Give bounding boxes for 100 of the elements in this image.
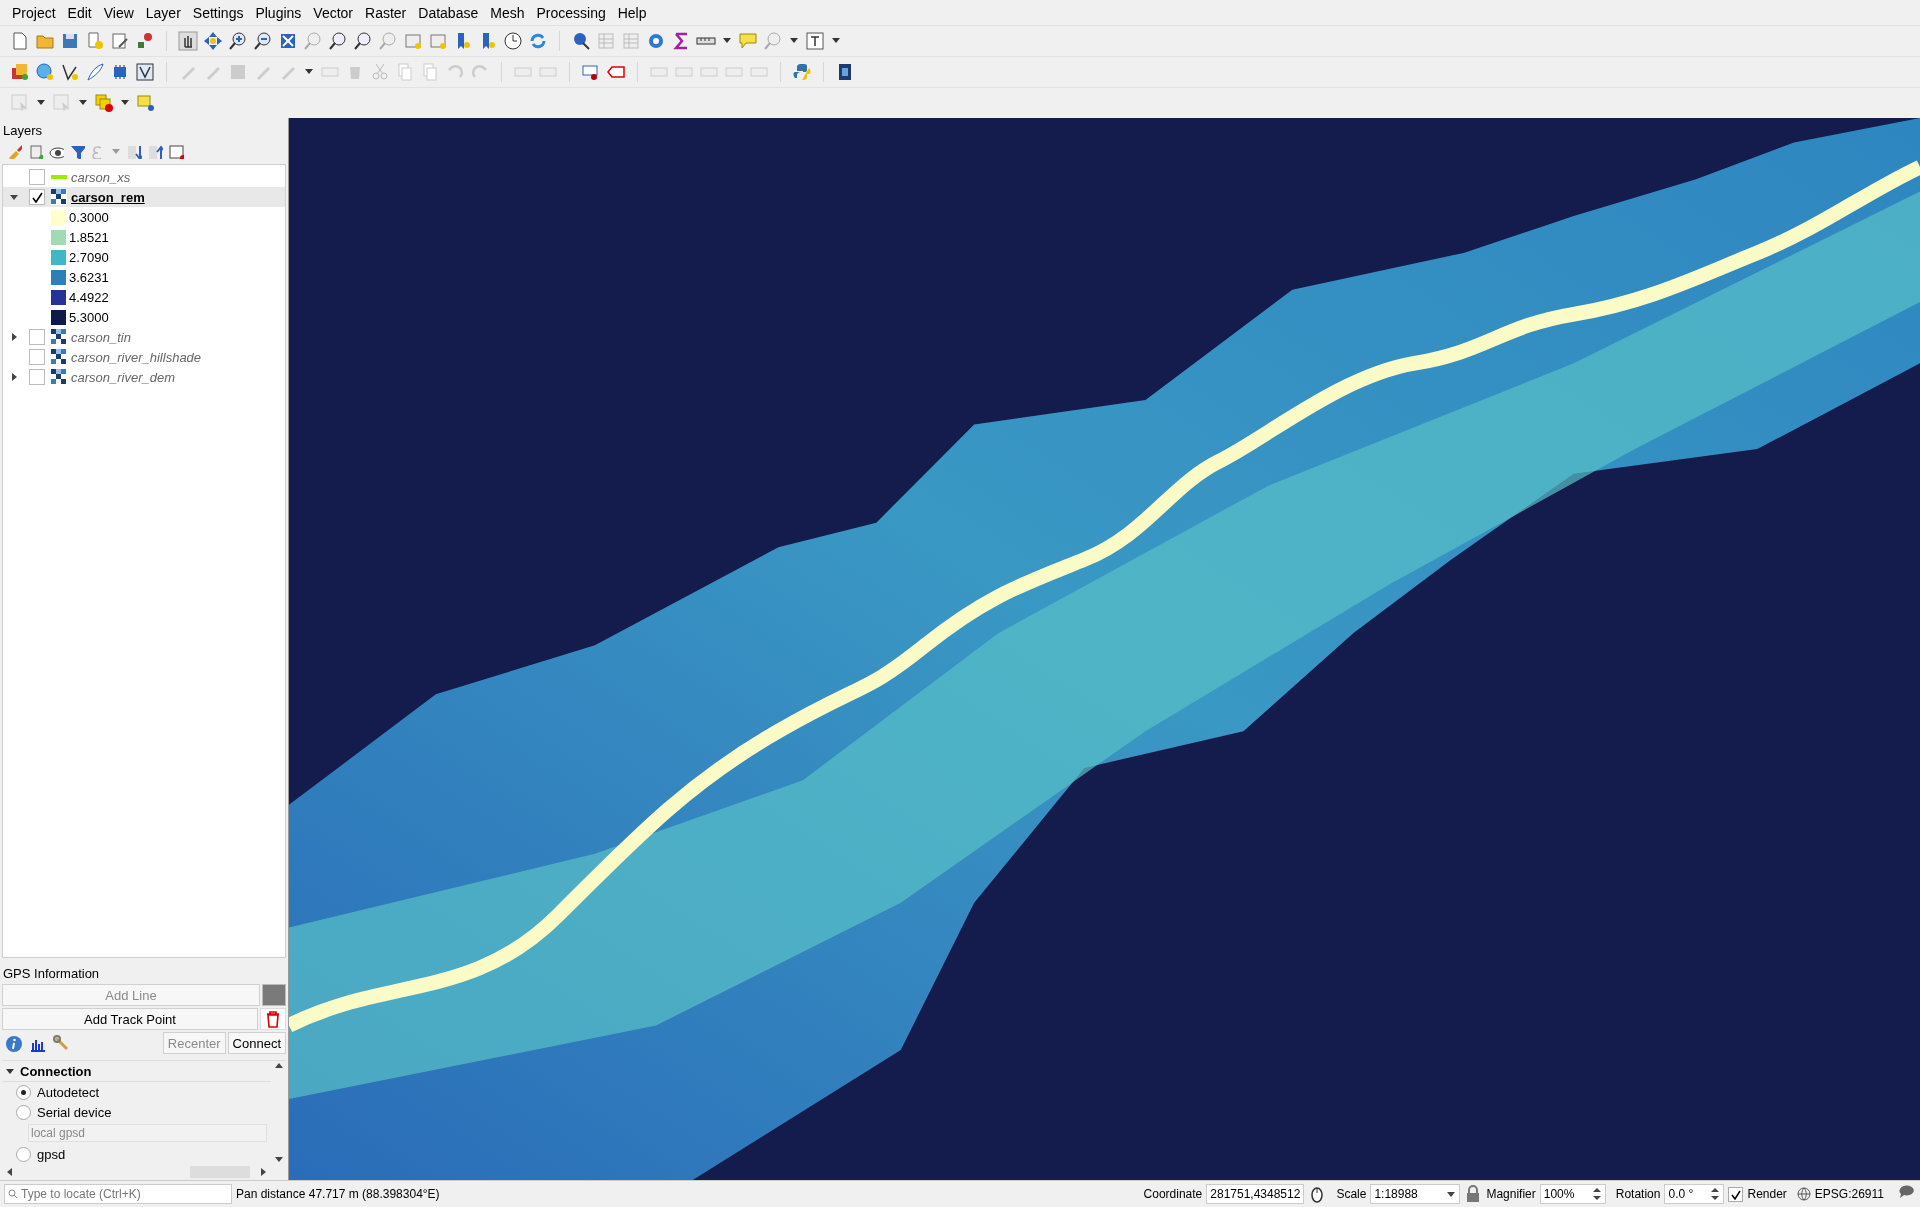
legend-label: 2.7090 [69,249,109,265]
clock-icon[interactable] [503,31,523,51]
document-wrench-icon[interactable] [110,31,130,51]
raster-icon [51,349,67,365]
menu-item[interactable]: Layer [139,4,187,21]
wrench-icon[interactable] [53,1035,71,1053]
expand-arrow-icon[interactable] [9,332,19,342]
layer-name: carson_rem [71,189,145,205]
menu-item[interactable]: Database [412,4,485,21]
hand-icon[interactable] [178,31,198,51]
trash-icon[interactable] [264,1010,282,1028]
new-document-icon[interactable] [10,31,30,51]
panel-title: Layers [2,122,44,140]
button[interactable]: Connect [227,1032,286,1054]
text-icon[interactable] [805,31,825,51]
layer-row[interactable]: carson_river_dem [3,367,285,387]
globe-icon[interactable] [35,62,55,82]
checkbox[interactable] [29,369,45,385]
layer-row[interactable]: carson_river_hillshade [3,347,285,367]
raster-icon [51,329,67,345]
feather-icon[interactable] [85,62,105,82]
layer-row[interactable]: carson_xs [3,167,285,187]
rotation-spinbox[interactable]: 0.0 ° [1664,1184,1725,1204]
magnifier-icon[interactable] [328,31,348,51]
button[interactable]: Add Track Point [2,1008,258,1030]
caret-icon[interactable] [1446,1189,1457,1199]
panel-title: GPS Information [2,965,101,983]
section-title: Connection [20,1063,92,1079]
collapse-arrow-icon[interactable] [5,1066,15,1076]
menu-item[interactable]: Settings [186,4,250,21]
port-field[interactable]: local gpsd [28,1124,267,1142]
checkbox[interactable] [29,329,45,345]
coordinate-field[interactable]: 281751,4348512 [1206,1184,1305,1204]
scroll-up-icon[interactable] [273,1061,284,1071]
vertex-line-icon[interactable] [60,62,80,82]
magnifier-icon[interactable] [353,31,373,51]
section-header[interactable]: Connection [2,1061,271,1082]
radio-label: Autodetect [37,1084,100,1100]
radio-button[interactable] [16,1146,31,1162]
raster-icon [51,369,67,385]
legend-label: 3.6231 [69,269,109,285]
field-label: Magnifier [1486,1187,1536,1201]
expand-arrow-icon[interactable] [9,372,19,382]
scale-dropdown[interactable]: 1:18988 [1370,1184,1461,1204]
filter-icon[interactable] [69,143,85,159]
magnifier-spinbox[interactable]: 100% [1539,1184,1606,1204]
label-pin-icon[interactable] [581,62,601,82]
menu-item[interactable]: Raster [359,4,413,21]
layer-name: carson_xs [71,169,131,185]
field-label: Rotation [1615,1187,1661,1201]
info-icon[interactable] [5,1035,23,1053]
legend-label: 4.4922 [69,289,109,305]
zoom-in-icon[interactable] [228,31,248,51]
checkbox[interactable] [29,349,45,365]
spin-arrows-icon[interactable] [1591,1187,1602,1201]
zoom-out-icon[interactable] [253,31,273,51]
legend-label: 5.3000 [69,309,109,325]
search-icon[interactable] [8,1189,18,1199]
radio-button[interactable] [16,1104,31,1120]
locator-field[interactable]: Type to locate (Ctrl+K) [4,1184,232,1204]
expand-all-icon[interactable] [126,143,142,159]
python-icon[interactable] [792,62,812,82]
menu-item[interactable]: Project [6,4,62,21]
menu-item[interactable]: Vector [307,4,360,21]
checkbox[interactable] [29,169,45,185]
menu-item[interactable]: View [97,4,140,21]
zoom-full-icon[interactable] [278,31,298,51]
layer-name: carson_river_dem [71,369,176,385]
radio-label: gpsd [37,1146,66,1162]
layers-add-icon[interactable] [27,143,43,159]
check-geometry-icon[interactable] [135,62,155,82]
scroll-right-icon[interactable] [258,1167,268,1177]
refresh-icon[interactable] [528,31,548,51]
layer-row[interactable]: carson_rem [3,187,285,207]
remove-layer-icon[interactable] [168,143,184,159]
save-icon[interactable] [60,31,80,51]
menu-item[interactable]: Processing [530,4,612,21]
identify-icon[interactable] [571,31,591,51]
menu-item[interactable]: Mesh [484,4,531,21]
menu-item[interactable]: Help [611,4,653,21]
radio-button[interactable] [16,1084,31,1100]
spin-arrows-icon[interactable] [1710,1187,1721,1201]
location-pin-icon[interactable] [136,93,156,113]
layer-row[interactable]: carson_tin [3,327,285,347]
scroll-left-icon[interactable] [5,1167,15,1177]
deselect-icon[interactable] [94,93,114,113]
status-message: Pan distance 47.717 m (88.398304°E) [236,1187,441,1201]
layers-icon[interactable] [10,62,30,82]
scroll-down-icon[interactable] [273,1154,284,1164]
crs-label[interactable]: EPSG:26911 [1814,1187,1884,1201]
globe-icon[interactable] [1796,1187,1811,1201]
menu-item[interactable]: Plugins [249,4,308,21]
field-label: Scale [1336,1187,1367,1201]
color-square[interactable] [262,984,286,1006]
collapse-arrow-icon[interactable] [9,192,19,202]
collapse-all-icon[interactable] [147,143,163,159]
legend-label: 0.3000 [69,209,109,225]
menu-item[interactable]: Edit [61,4,98,21]
layer-name: carson_river_hillshade [71,349,202,365]
pan-arrows-icon[interactable] [203,31,223,51]
